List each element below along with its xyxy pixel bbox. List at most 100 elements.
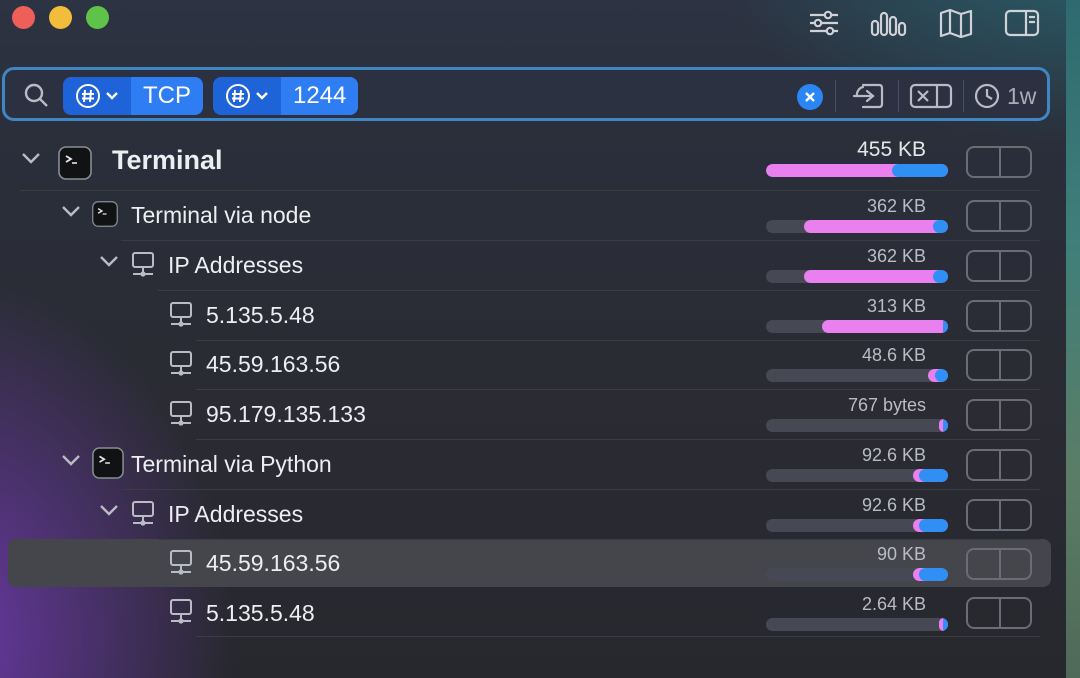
filter-value: TCP [131,77,203,115]
row-label: 45.59.163.56 [206,550,341,576]
traffic-bar [766,220,948,233]
allow-deny-toggle[interactable] [966,300,1032,332]
statistics-button[interactable] [870,6,910,40]
window-controls [12,6,109,29]
outgoing-traffic-fill [918,469,948,482]
row-label: Terminal via node [131,202,312,228]
incoming-traffic-fill [804,220,948,233]
row-label: 45.59.163.56 [206,351,341,377]
allow-deny-toggle[interactable] [966,399,1032,431]
row-label: Terminal [112,145,223,175]
filter-token-protocol[interactable]: TCP [63,77,203,115]
tree-row[interactable]: 95.179.135.133 767 bytes [0,390,1060,440]
disclosure-chevron-icon[interactable] [20,151,42,165]
hash-circle-icon [226,84,250,108]
traffic-size: 92.6 KB [861,445,926,465]
traffic-bar [766,320,948,333]
tree-row[interactable]: Terminal via Python 92.6 KB [0,440,1060,490]
delete-box-icon [909,83,953,109]
divider [963,80,964,112]
window-edge-background [1066,0,1080,678]
minimize-window-button[interactable] [49,6,72,29]
tree-row[interactable]: IP Addresses 362 KB [0,241,1060,291]
traffic-size: 92.6 KB [861,495,926,515]
traffic-size: 362 KB [866,246,926,266]
outgoing-traffic-fill [942,320,948,333]
bar-chart-icon [870,11,907,37]
time-range-label: 1w [1007,82,1037,109]
allow-deny-toggle[interactable] [966,200,1032,232]
allow-deny-toggle[interactable] [966,349,1032,381]
allow-deny-toggle[interactable] [966,547,1032,580]
tree-row[interactable]: Terminal 455 KB [0,134,1060,191]
tree-row[interactable]: 5.135.5.48 2.64 KB [0,589,1060,637]
outgoing-traffic-fill [918,519,948,532]
allow-deny-toggle[interactable] [966,145,1032,178]
traffic-bar [766,469,948,482]
sidebar-right-icon [1004,9,1040,37]
outgoing-traffic-fill [891,164,948,177]
divider [835,80,836,112]
inspector-toggle-button[interactable] [1002,6,1042,40]
filter-type-dropdown[interactable] [213,77,281,115]
time-range-button[interactable]: 1w [973,80,1036,112]
row-label: 5.135.5.48 [206,600,315,626]
disclosure-chevron-icon[interactable] [60,204,82,218]
network-icon [132,501,154,526]
row-label: 95.179.135.133 [206,401,366,427]
incoming-traffic-fill [822,320,948,333]
outgoing-traffic-fill [935,369,948,382]
network-icon [132,252,154,277]
traffic-size: 48.6 KB [861,345,926,365]
allow-deny-toggle[interactable] [966,499,1032,531]
clock-icon [974,83,1000,109]
disclosure-chevron-icon[interactable] [98,254,120,268]
traffic-bar [766,568,948,581]
chevron-down-icon [106,92,118,100]
outgoing-traffic-fill [933,270,948,283]
clear-search-button[interactable] [797,84,823,110]
allow-deny-toggle[interactable] [966,597,1032,629]
search-icon [24,83,48,107]
outgoing-traffic-fill [933,220,948,233]
traffic-size: 90 KB [876,544,926,564]
filter-type-dropdown[interactable] [63,77,131,115]
tree-row[interactable]: 45.59.163.56 48.6 KB [0,340,1060,390]
traffic-size: 2.64 KB [861,594,926,614]
terminal-icon [58,145,92,180]
network-icon [170,599,192,624]
allow-deny-toggle[interactable] [966,449,1032,481]
disclosure-chevron-icon[interactable] [98,503,120,517]
map-icon [939,8,973,38]
tree-row[interactable]: IP Addresses 92.6 KB [0,490,1060,540]
filter-settings-button[interactable] [804,6,844,40]
row-label: IP Addresses [168,501,304,527]
allow-deny-toggle[interactable] [966,250,1032,282]
toolbar [804,6,1042,40]
close-icon [805,92,815,102]
tree-row[interactable]: 5.135.5.48 313 KB [0,291,1060,341]
tree-row[interactable]: 45.59.163.56 90 KB [0,539,1060,588]
traffic-bar [766,270,948,283]
network-icon [170,549,192,575]
arrow-into-box-icon [852,83,884,109]
blocked-filter-button[interactable] [909,80,953,112]
traffic-size: 767 bytes [847,395,926,415]
incoming-filter-button[interactable] [849,80,885,112]
tree-row[interactable]: Terminal via node 362 KB [0,191,1060,241]
map-button[interactable] [936,6,976,40]
traffic-size: 362 KB [866,196,926,216]
sliders-icon [810,10,838,36]
outgoing-traffic-fill [942,618,948,631]
outgoing-traffic-fill [918,568,948,581]
network-icon [170,401,192,426]
filter-token-port[interactable]: 1244 [213,77,359,115]
incoming-traffic-fill [804,270,948,283]
close-window-button[interactable] [12,6,35,29]
search-filter-bar[interactable]: TCP 1244 1w [2,67,1050,121]
zoom-window-button[interactable] [86,6,109,29]
row-divider [196,636,1040,637]
network-icon [170,302,192,327]
disclosure-chevron-icon[interactable] [60,453,82,467]
traffic-size: 455 KB [857,138,926,161]
